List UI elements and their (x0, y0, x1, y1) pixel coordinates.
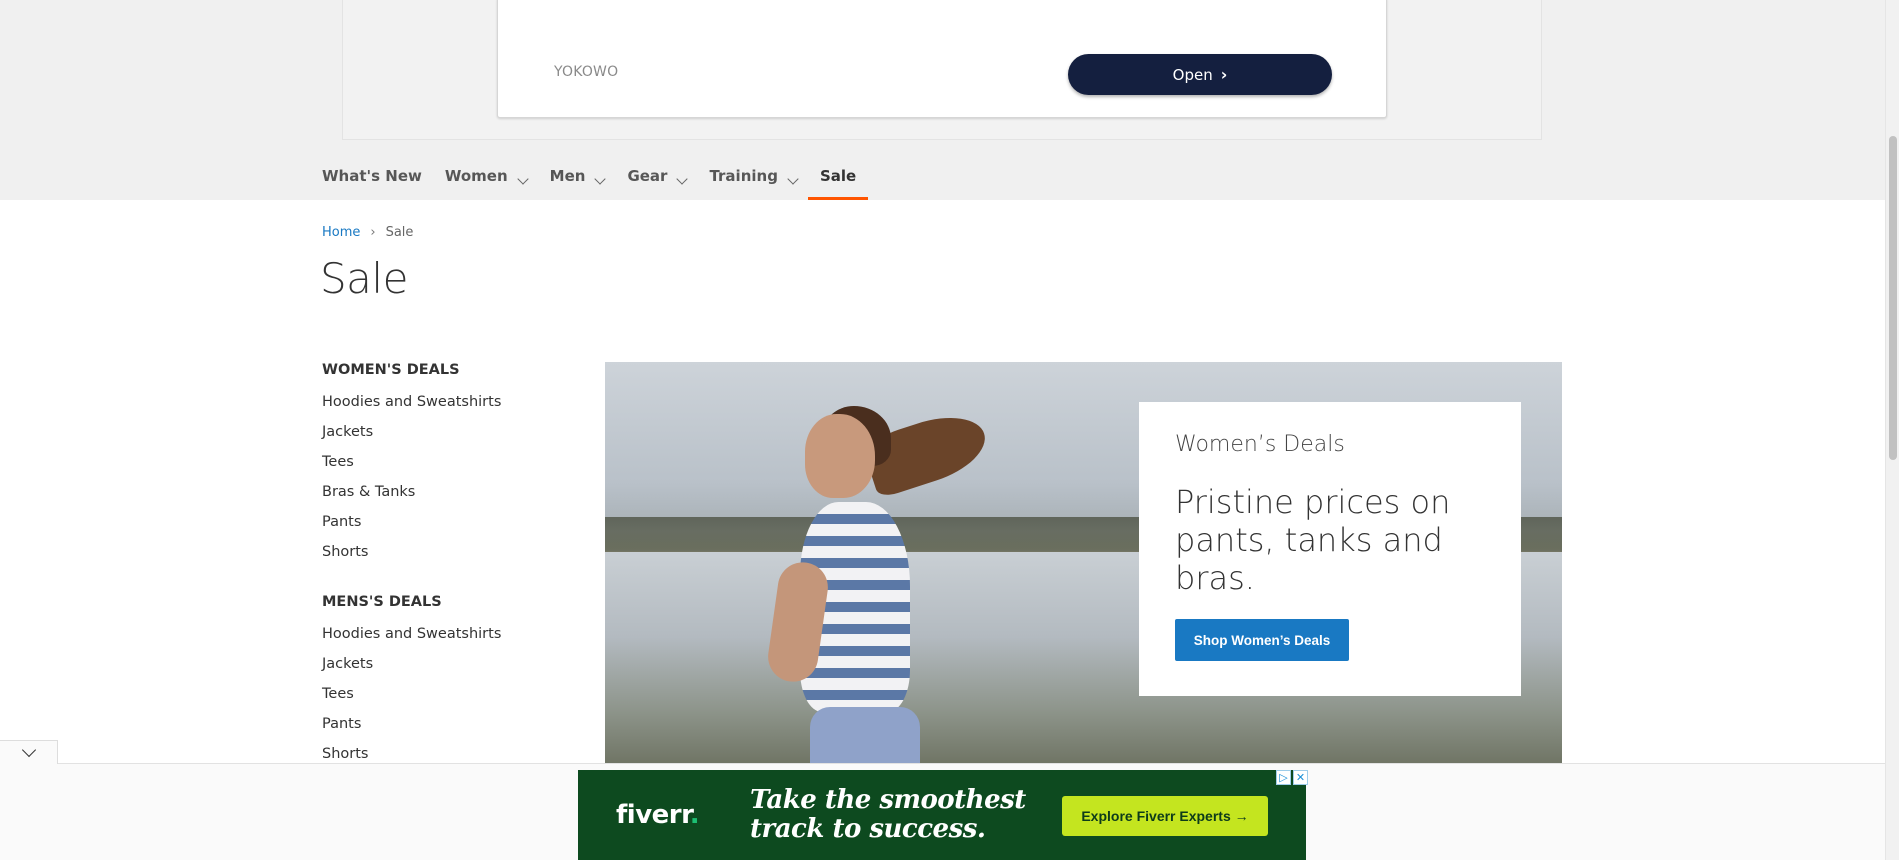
breadcrumb-home-link[interactable]: Home (322, 225, 360, 240)
shop-womens-deals-button[interactable]: Shop Women’s Deals (1175, 619, 1349, 661)
hero-headline: Pristine prices on pants, tanks and bras… (1175, 483, 1451, 597)
breadcrumb-separator-icon: › (370, 225, 376, 240)
nav-item-sale[interactable]: Sale (807, 152, 869, 200)
sidebar-heading: WOMEN'S DEALS (322, 362, 460, 378)
fiverr-tagline-line2: track to success. (750, 814, 986, 844)
sidebar-group-womens-deals: WOMEN'S DEALS Hoodies and Sweatshirts Ja… (322, 362, 562, 572)
sidebar-link[interactable]: Bras & Tanks (322, 482, 562, 512)
fiverr-tagline-line1: Take the smoothest (750, 785, 1026, 815)
nav-item-women[interactable]: Women (444, 152, 529, 200)
fiverr-logo-text: fiverr (616, 800, 690, 830)
nav-item-whats-new[interactable]: What's New (322, 152, 422, 200)
sidebar-link[interactable]: Hoodies and Sweatshirts (322, 392, 562, 422)
nav-label: Gear (627, 167, 668, 185)
chevron-down-icon (594, 173, 607, 185)
hero-promo-card: Women’s Deals Pristine prices on pants, … (1139, 402, 1521, 696)
ad-choices-icon[interactable]: ▷ (1276, 770, 1291, 785)
breadcrumb: Home › Sale (322, 225, 413, 240)
breadcrumb-current: Sale (385, 225, 414, 240)
top-ad-card[interactable]: YOKOWO Open › (497, 0, 1387, 118)
main-navigation: What's New Women Men Gear Training Sale (322, 152, 891, 200)
sidebar-link[interactable]: Hoodies and Sweatshirts (322, 624, 562, 654)
explore-fiverr-experts-button[interactable]: Explore Fiverr Experts → (1062, 796, 1268, 836)
hero-banner: Women’s Deals Pristine prices on pants, … (605, 362, 1562, 765)
nav-item-men[interactable]: Men (549, 152, 607, 200)
nav-item-gear[interactable]: Gear (627, 152, 689, 200)
hero-image-runner-head (805, 414, 875, 498)
ad-collapse-button[interactable] (0, 740, 58, 764)
nav-item-training[interactable]: Training (709, 152, 799, 200)
nav-label: Women (444, 167, 508, 185)
sidebar-link[interactable]: Shorts (322, 542, 562, 572)
page-title: Sale (320, 254, 408, 303)
sidebar-group-mens-deals: MENS'S DEALS Hoodies and Sweatshirts Jac… (322, 594, 562, 774)
sidebar-link[interactable]: Tees (322, 452, 562, 482)
hero-eyebrow: Women’s Deals (1175, 432, 1345, 457)
chevron-down-icon (21, 742, 36, 758)
fiverr-logo-dot: . (689, 800, 700, 830)
hero-image-runner-legs (810, 707, 920, 765)
sidebar-link[interactable]: Pants (322, 512, 562, 542)
top-ad-band: YOKOWO Open › (0, 0, 1885, 200)
chevron-down-icon (516, 173, 529, 185)
nav-label: Sale (819, 167, 857, 185)
sidebar-link[interactable]: Jackets (322, 654, 562, 684)
scrollbar-thumb[interactable] (1889, 136, 1897, 460)
fiverr-ad[interactable]: fiverr. Take the smoothest track to succ… (578, 770, 1306, 860)
fiverr-logo: fiverr. (616, 800, 700, 830)
ad-close-icon[interactable]: ✕ (1293, 770, 1308, 785)
fiverr-tagline: Take the smoothest track to success. (750, 786, 1026, 844)
sidebar-heading: MENS'S DEALS (322, 594, 442, 610)
nav-label: Men (549, 167, 586, 185)
ad-choices-badges: ▷ ✕ (1276, 770, 1308, 785)
ad-open-label: Open (1172, 65, 1213, 84)
sidebar-link[interactable]: Tees (322, 684, 562, 714)
sidebar-link[interactable]: Jackets (322, 422, 562, 452)
page-scrollbar[interactable] (1885, 0, 1899, 860)
chevron-right-icon: › (1220, 64, 1228, 84)
ad-open-button[interactable]: Open › (1068, 54, 1332, 95)
nav-label: Training (709, 167, 778, 185)
nav-label: What's New (322, 167, 422, 185)
chevron-down-icon (787, 173, 799, 185)
sidebar-link[interactable]: Pants (322, 714, 562, 744)
chevron-down-icon (676, 173, 689, 185)
ad-brand-name: YOKOWO (554, 64, 619, 80)
sidebar: WOMEN'S DEALS Hoodies and Sweatshirts Ja… (322, 362, 562, 796)
